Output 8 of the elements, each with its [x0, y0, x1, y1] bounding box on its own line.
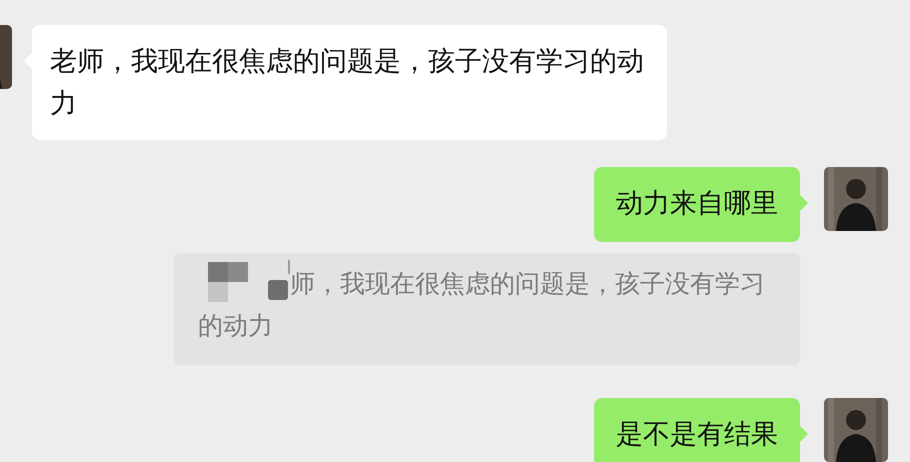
- avatar[interactable]: [824, 398, 888, 462]
- bubble-tail: [800, 195, 808, 211]
- quoted-message[interactable]: 师，我现在很焦虑的问题是，孩子没有学习的动力: [174, 253, 800, 365]
- message-bubble: 老师，我现在很焦虑的问题是，孩子没有学习的动力: [32, 25, 667, 140]
- avatar[interactable]: [824, 167, 888, 231]
- message-bubble: 是不是有结果: [594, 398, 800, 462]
- message-bubble: 动力来自哪里: [594, 167, 800, 242]
- bubble-tail: [800, 426, 808, 442]
